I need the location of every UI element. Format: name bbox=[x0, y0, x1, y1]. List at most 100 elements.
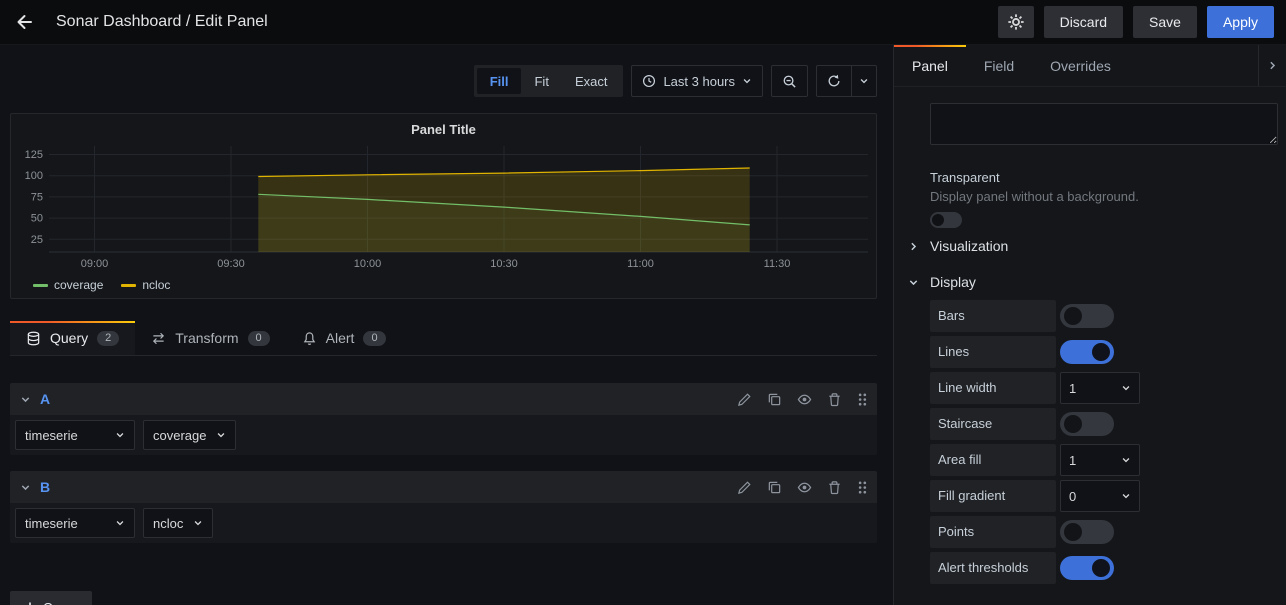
eye-icon[interactable] bbox=[797, 392, 812, 407]
settings-button[interactable] bbox=[998, 6, 1034, 38]
svg-text:11:00: 11:00 bbox=[627, 258, 654, 270]
datasource-select[interactable]: timeserie bbox=[15, 508, 135, 538]
collapse-chevron-icon[interactable] bbox=[20, 482, 31, 493]
refresh-button[interactable] bbox=[816, 65, 852, 97]
zoom-out-button[interactable] bbox=[771, 65, 808, 97]
discard-button[interactable]: Discard bbox=[1044, 6, 1123, 38]
tab-alert[interactable]: Alert 0 bbox=[286, 321, 402, 355]
lines-label: Lines bbox=[930, 336, 1056, 368]
bars-label: Bars bbox=[930, 300, 1056, 332]
select-value: 0 bbox=[1069, 489, 1076, 504]
fill-gradient-select[interactable]: 0 bbox=[1060, 480, 1140, 512]
select-value: 1 bbox=[1069, 453, 1076, 468]
tab-panel[interactable]: Panel bbox=[894, 45, 966, 86]
settings-section-content: Transparent Display panel without a back… bbox=[930, 103, 1278, 228]
tab-query[interactable]: Query 2 bbox=[10, 321, 135, 355]
tab-label: Alert bbox=[326, 330, 355, 346]
collapse-options-button[interactable] bbox=[1258, 45, 1286, 86]
transform-count-badge: 0 bbox=[248, 331, 270, 346]
line-width-select[interactable]: 1 bbox=[1060, 372, 1140, 404]
refresh-interval-dropdown[interactable] bbox=[852, 65, 877, 97]
back-button[interactable] bbox=[0, 0, 48, 45]
area-fill-select[interactable]: 1 bbox=[1060, 444, 1140, 476]
toggle-knob bbox=[932, 214, 944, 226]
points-control bbox=[1060, 520, 1114, 544]
line-width-label: Line width bbox=[930, 372, 1056, 404]
points-toggle[interactable] bbox=[1060, 520, 1114, 544]
clock-icon bbox=[642, 74, 656, 88]
query-row-a: A timeserie bbox=[10, 383, 877, 455]
fit-option-fit[interactable]: Fit bbox=[521, 68, 561, 94]
svg-text:10:30: 10:30 bbox=[490, 258, 518, 270]
tab-label: Transform bbox=[175, 330, 238, 346]
apply-button[interactable]: Apply bbox=[1207, 6, 1274, 38]
staircase-toggle[interactable] bbox=[1060, 412, 1114, 436]
staircase-control bbox=[1060, 412, 1114, 436]
time-range-picker[interactable]: Last 3 hours bbox=[631, 65, 763, 97]
metric-select[interactable]: coverage bbox=[143, 420, 236, 450]
lines-toggle[interactable] bbox=[1060, 340, 1114, 364]
panel-description-input[interactable] bbox=[930, 103, 1278, 145]
datasource-select[interactable]: timeserie bbox=[15, 420, 135, 450]
copy-icon[interactable] bbox=[767, 480, 782, 495]
gear-icon bbox=[1007, 13, 1025, 31]
refresh-button-group bbox=[816, 65, 877, 97]
drag-handle-icon[interactable] bbox=[857, 392, 867, 407]
trash-icon[interactable] bbox=[827, 392, 842, 407]
display-rows: BarsLinesLine width1StaircaseArea fill1F… bbox=[930, 300, 1278, 584]
svg-text:11:30: 11:30 bbox=[764, 258, 791, 270]
edit-icon[interactable] bbox=[737, 392, 752, 407]
options-sidebar: Panel Field Overrides Transparent Displa… bbox=[893, 45, 1286, 605]
page-title: Sonar Dashboard / Edit Panel bbox=[56, 13, 268, 31]
display-row-area-fill: Area fill 1 bbox=[930, 444, 1278, 476]
fit-option-exact[interactable]: Exact bbox=[562, 68, 621, 94]
query-row-header[interactable]: A bbox=[10, 383, 877, 415]
query-row-actions bbox=[737, 392, 867, 407]
editor-tabs: Query 2 Transform 0 Alert 0 bbox=[10, 321, 877, 356]
tab-transform[interactable]: Transform 0 bbox=[135, 321, 285, 355]
save-button[interactable]: Save bbox=[1133, 6, 1197, 38]
legend-item-ncloc[interactable]: ncloc bbox=[121, 278, 170, 292]
options-body: Transparent Display panel without a back… bbox=[894, 87, 1286, 605]
copy-icon[interactable] bbox=[767, 392, 782, 407]
fit-option-fill[interactable]: Fill bbox=[477, 68, 522, 94]
fill-gradient-control: 0 bbox=[1060, 480, 1140, 512]
collapse-chevron-icon[interactable] bbox=[20, 394, 31, 405]
toggle-knob bbox=[1092, 343, 1110, 361]
alert-thresholds-toggle[interactable] bbox=[1060, 556, 1114, 580]
timeseries-chart[interactable]: 25507510012509:0009:3010:0010:3011:0011:… bbox=[11, 140, 876, 272]
eye-icon[interactable] bbox=[797, 480, 812, 495]
tab-field[interactable]: Field bbox=[966, 45, 1032, 86]
query-row-header[interactable]: B bbox=[10, 471, 877, 503]
add-query-button[interactable]: Query bbox=[10, 591, 92, 605]
svg-text:25: 25 bbox=[31, 234, 43, 246]
drag-handle-icon[interactable] bbox=[857, 480, 867, 495]
transparent-label: Transparent bbox=[930, 170, 1278, 185]
display-row-bars: Bars bbox=[930, 300, 1278, 332]
chart-svg: 25507510012509:0009:3010:0010:3011:0011:… bbox=[13, 140, 878, 272]
select-value: timeserie bbox=[25, 516, 78, 531]
edit-icon[interactable] bbox=[737, 480, 752, 495]
display-row-staircase: Staircase bbox=[930, 408, 1278, 440]
chevron-right-icon bbox=[908, 241, 919, 252]
trash-icon[interactable] bbox=[827, 480, 842, 495]
legend-item-coverage[interactable]: coverage bbox=[33, 278, 103, 292]
area-fill-label: Area fill bbox=[930, 444, 1056, 476]
plus-icon bbox=[24, 601, 36, 605]
select-value: 1 bbox=[1069, 381, 1076, 396]
metric-select[interactable]: ncloc bbox=[143, 508, 213, 538]
transparent-toggle[interactable] bbox=[930, 212, 962, 228]
section-visualization[interactable]: Visualization bbox=[908, 228, 1278, 264]
chevron-down-icon bbox=[908, 277, 919, 288]
section-display[interactable]: Display bbox=[908, 264, 1278, 300]
legend-label: ncloc bbox=[142, 278, 170, 292]
bars-toggle[interactable] bbox=[1060, 304, 1114, 328]
bars-control bbox=[1060, 304, 1114, 328]
query-row-b: B timeserie bbox=[10, 471, 877, 543]
points-label: Points bbox=[930, 516, 1056, 548]
display-row-points: Points bbox=[930, 516, 1278, 548]
toggle-knob bbox=[1064, 523, 1082, 541]
tab-overrides[interactable]: Overrides bbox=[1032, 45, 1129, 86]
section-label: Display bbox=[930, 274, 976, 290]
display-row-line-width: Line width 1 bbox=[930, 372, 1278, 404]
